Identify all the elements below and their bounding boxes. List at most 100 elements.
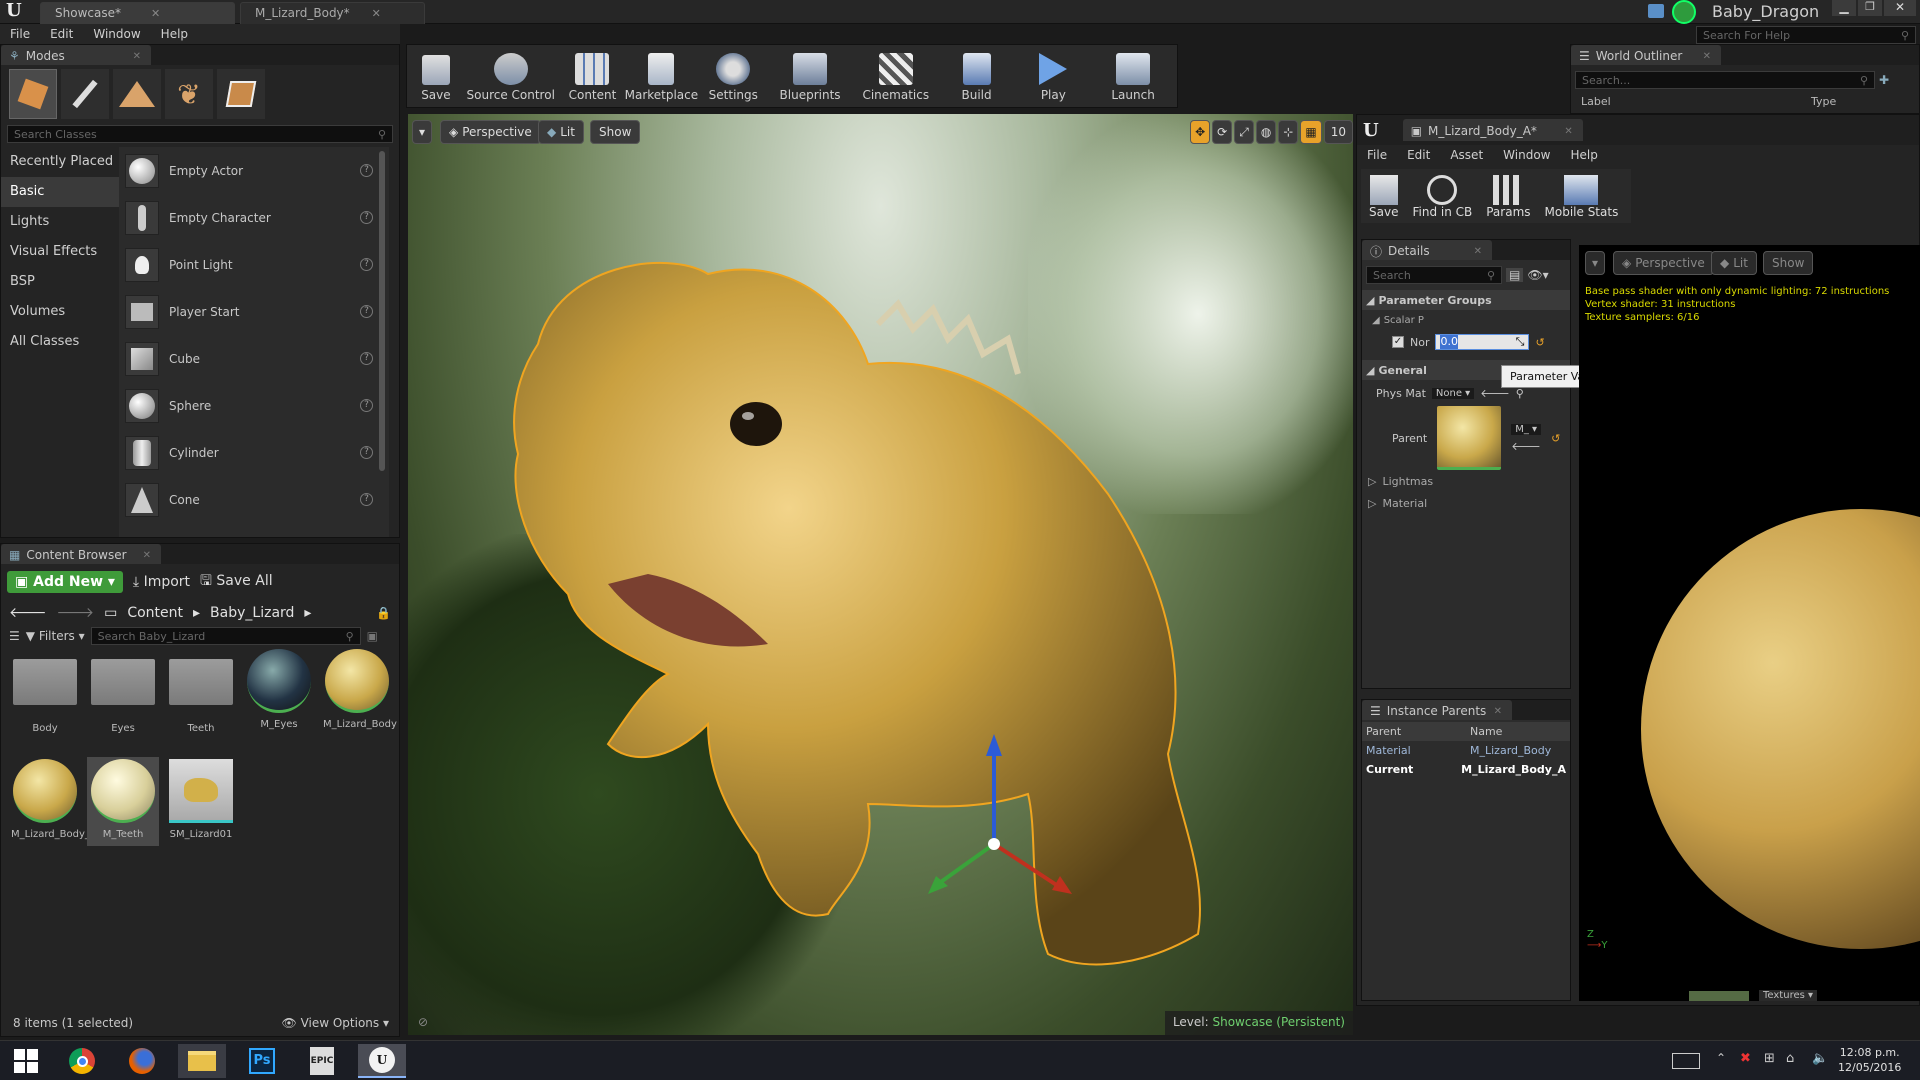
asset-folder-teeth[interactable]: Teeth <box>167 659 235 734</box>
close-icon[interactable]: ✕ <box>1494 706 1502 717</box>
epic-games-icon[interactable]: EPIC <box>298 1044 346 1078</box>
blueprints-button[interactable]: Blueprints <box>770 50 850 102</box>
table-row[interactable]: Current M_Lizard_Body_A <box>1362 760 1570 779</box>
menu-window[interactable]: Window <box>83 27 150 41</box>
level-name[interactable]: Showcase (Persistent) <box>1212 1015 1345 1029</box>
help-icon[interactable]: ? <box>360 258 373 271</box>
place-item-cone[interactable]: Cone? <box>119 476 389 523</box>
override-checkbox[interactable]: ✓ <box>1392 336 1404 348</box>
add-icon[interactable]: ✚ <box>1879 73 1889 87</box>
browse-magnifier-icon[interactable]: ⚲ <box>1516 387 1524 400</box>
asset-m-lizard-body-a[interactable]: M_Lizard_Body_A <box>11 759 97 840</box>
place-item-point-light[interactable]: Point Light? <box>119 241 389 288</box>
category-bsp[interactable]: BSP <box>1 267 119 297</box>
material-save-button[interactable]: Save <box>1369 175 1398 219</box>
sources-icon[interactable]: ☰ <box>9 629 20 643</box>
marketplace-button[interactable]: Marketplace <box>625 50 698 102</box>
baby-dragon-model[interactable] <box>408 114 1353 1035</box>
place-mode-button[interactable] <box>9 69 57 119</box>
close-icon[interactable]: ✕ <box>143 550 151 561</box>
lit-button[interactable]: ◆ Lit <box>538 120 584 144</box>
cinematics-button[interactable]: Cinematics <box>854 50 938 102</box>
save-all-button[interactable]: 🖫 Save All <box>200 570 273 594</box>
help-search-input[interactable]: Search For Help ⚲ <box>1696 26 1916 44</box>
textures-dropdown[interactable]: Textures ▾ <box>1759 990 1818 1001</box>
volume-icon[interactable]: 🔈 <box>1812 1051 1828 1066</box>
photoshop-icon[interactable]: Ps <box>238 1044 286 1078</box>
import-button[interactable]: ⤓ Import <box>133 574 190 590</box>
preview-lit-button[interactable]: ◆ Lit <box>1711 251 1757 275</box>
help-icon[interactable]: ? <box>360 399 373 412</box>
column-label[interactable]: Label <box>1581 95 1811 108</box>
find-in-cb-button[interactable]: Find in CB <box>1412 175 1472 219</box>
asset-sm-lizard01[interactable]: SM_Lizard01 <box>167 759 235 840</box>
asset-search-input[interactable]: Search Baby_Lizard ⚲ <box>90 627 361 645</box>
table-row[interactable]: Material M_Lizard_Body <box>1362 741 1570 760</box>
windows-start-icon[interactable] <box>2 1044 50 1078</box>
tab-material-instance[interactable]: ▣ M_Lizard_Body_A* ✕ <box>1402 119 1583 141</box>
category-recently-placed[interactable]: Recently Placed <box>1 147 119 177</box>
outliner-search-input[interactable]: Search... ⚲ <box>1575 71 1875 89</box>
help-icon[interactable]: ? <box>360 352 373 365</box>
tab-instance-parents[interactable]: ☰ Instance Parents ✕ <box>1362 700 1512 720</box>
content-button[interactable]: Content <box>563 50 623 102</box>
network-icon[interactable]: ⌂ <box>1786 1051 1794 1066</box>
save-button[interactable]: Save <box>413 50 459 102</box>
help-icon[interactable]: ? <box>360 493 373 506</box>
tab-material[interactable]: M_Lizard_Body* ✕ <box>240 2 425 24</box>
filters-button[interactable]: ▼ Filters ▾ <box>26 629 85 643</box>
chat-icon[interactable] <box>1648 4 1664 18</box>
minimize-button[interactable]: ▁ <box>1832 0 1856 16</box>
help-icon[interactable]: ? <box>360 164 373 177</box>
asset-folder-body[interactable]: Body <box>11 659 79 734</box>
file-explorer-icon[interactable] <box>178 1044 226 1078</box>
back-arrow-icon[interactable]: 🡐 <box>9 604 47 621</box>
maximize-button[interactable]: ❐ <box>1858 0 1882 16</box>
parent-material-thumbnail[interactable] <box>1437 406 1502 470</box>
category-basic[interactable]: Basic <box>1 177 119 207</box>
use-selected-arrow-icon[interactable]: 🡐 <box>1480 386 1510 400</box>
add-new-button[interactable]: ▣ Add New ▾ <box>7 571 123 593</box>
details-search-input[interactable]: Search ⚲ <box>1366 266 1502 284</box>
place-item-empty-actor[interactable]: Empty Actor? <box>119 147 389 194</box>
menu-help[interactable]: Help <box>151 27 198 41</box>
lightmass-group[interactable]: ▷ Lightmas <box>1362 470 1570 492</box>
place-item-cylinder[interactable]: Cylinder? <box>119 429 389 476</box>
help-icon[interactable]: ? <box>360 446 373 459</box>
close-icon[interactable]: ✕ <box>1474 246 1482 257</box>
breadcrumb-baby-lizard[interactable]: Baby_Lizard <box>210 605 294 621</box>
chevron-up-icon[interactable]: ⌃ <box>1716 1051 1726 1065</box>
keyboard-icon[interactable] <box>1672 1053 1700 1069</box>
view-options-button[interactable]: 👁 View Options ▾ <box>282 1016 390 1030</box>
menu-edit[interactable]: Edit <box>40 27 83 41</box>
notification-icon[interactable]: ✖ <box>1740 1051 1751 1066</box>
menu-file[interactable]: File <box>0 27 40 41</box>
reset-arrow-icon[interactable]: ↺ <box>1551 432 1560 445</box>
settings-button[interactable]: Settings <box>700 50 766 102</box>
help-icon[interactable]: ? <box>360 211 373 224</box>
viewport-options-button[interactable]: ▾ <box>412 120 433 144</box>
close-icon[interactable]: ✕ <box>133 51 141 62</box>
tab-modes[interactable]: ⚘ Modes ✕ <box>1 45 151 65</box>
tab-content-browser[interactable]: ▦ Content Browser ✕ <box>1 544 161 564</box>
menu-window[interactable]: Window <box>1493 148 1560 162</box>
perspective-button[interactable]: ◈ Perspective <box>440 120 541 144</box>
windows-flag-icon[interactable]: ⊞ <box>1764 1051 1775 1066</box>
param-value-input[interactable]: 0.0 ⤡ <box>1435 334 1530 350</box>
preview-options-button[interactable]: ▾ <box>1585 251 1606 275</box>
property-matrix-icon[interactable]: ▤ <box>1506 268 1524 282</box>
place-item-cube[interactable]: Cube? <box>119 335 389 382</box>
category-volumes[interactable]: Volumes <box>1 297 119 327</box>
foliage-mode-button[interactable]: ❦ <box>165 69 213 119</box>
preview-perspective-button[interactable]: ◈ Perspective <box>1613 251 1714 275</box>
level-viewport[interactable]: ▾ ◈ Perspective ◆ Lit Show ✥ ⟳ ⤢ ◍ ⊹ ▦ 10 … <box>408 114 1353 1035</box>
preview-show-button[interactable]: Show <box>1763 251 1814 275</box>
mobile-stats-button[interactable]: Mobile Stats <box>1545 175 1618 219</box>
asset-m-eyes[interactable]: M_Eyes <box>245 649 313 730</box>
parameter-groups-header[interactable]: ◢ Parameter Groups <box>1362 290 1570 310</box>
grid-snap-value[interactable]: 10 <box>1323 120 1353 144</box>
menu-help[interactable]: Help <box>1560 148 1607 162</box>
world-local-button[interactable]: ◍ <box>1255 120 1277 144</box>
place-item-player-start[interactable]: Player Start? <box>119 288 389 335</box>
column-type[interactable]: Type <box>1811 95 1836 108</box>
